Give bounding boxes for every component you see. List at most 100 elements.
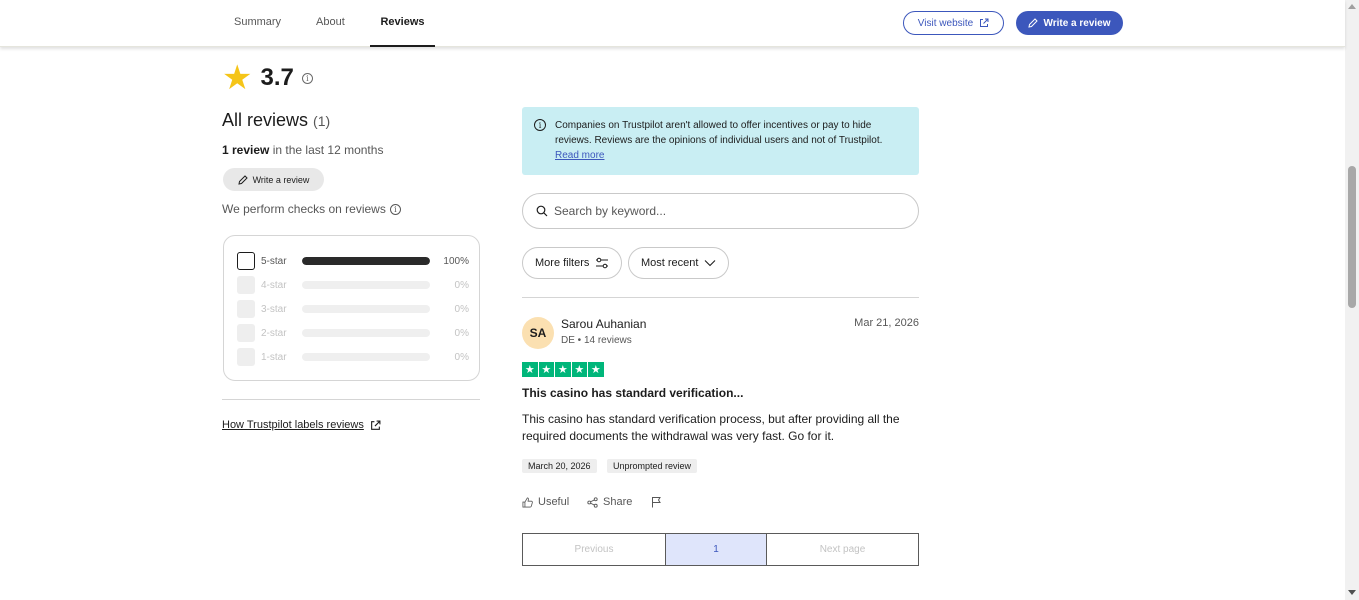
reviewer-meta: DE • 14 reviews [561, 335, 632, 346]
scroll-up-arrow-icon[interactable] [1348, 4, 1356, 9]
share-icon [587, 496, 598, 508]
all-reviews-label: All reviews [222, 110, 309, 130]
how-labels-link[interactable]: How Trustpilot labels reviews [222, 419, 381, 431]
tab-reviews[interactable]: Reviews [370, 0, 435, 47]
star-filter-row: 1-star 0% [237, 348, 469, 366]
star-icon: ★ [555, 362, 571, 377]
more-filters-label: More filters [535, 257, 590, 269]
review-body: This casino has standard verification pr… [522, 412, 900, 443]
star-filter-bar [302, 257, 430, 265]
recent-count: 1 review [222, 143, 270, 157]
rating-value: 3.7 [260, 64, 294, 91]
visit-website-button[interactable]: Visit website [903, 11, 1004, 35]
divider [222, 399, 480, 400]
divider [522, 297, 919, 298]
pencil-icon [1028, 18, 1039, 28]
how-labels-text: How Trustpilot labels reviews [222, 419, 364, 431]
search-input[interactable] [554, 204, 894, 218]
avatar[interactable]: SA [522, 317, 554, 349]
write-review-small-button[interactable]: Write a review [223, 168, 324, 191]
star-filter-row[interactable]: 5-star 100% [237, 252, 469, 270]
star-icon: ★ [522, 362, 538, 377]
star-filter-label: 3-star [261, 303, 287, 315]
next-page-button[interactable]: Next page [767, 534, 918, 565]
checks-text: We perform checks on reviews [222, 202, 386, 216]
all-reviews-heading: All reviews (1) [222, 110, 330, 131]
scrollbar[interactable] [1345, 0, 1359, 600]
write-review-small-label: Write a review [252, 174, 310, 185]
tab-about[interactable]: About [316, 0, 345, 47]
flag-icon [652, 497, 661, 508]
incentives-notice: i Companies on Trustpilot aren't allowed… [522, 107, 919, 175]
chevron-down-icon [705, 260, 716, 267]
unprompted-badge[interactable]: Unprompted review [607, 459, 698, 473]
pencil-icon [237, 174, 248, 185]
star-filter-bar [302, 329, 430, 337]
star-filter-label: 4-star [261, 279, 287, 291]
star-filter-label: 5-star [261, 255, 287, 267]
star-filter-checkbox [237, 324, 255, 342]
external-link-icon [980, 18, 989, 27]
star-filter-percent: 0% [454, 351, 469, 363]
review-date: Mar 21, 2026 [854, 317, 919, 329]
star-filter-checkbox [237, 348, 255, 366]
star-filter-percent: 0% [454, 303, 469, 315]
useful-button[interactable]: Useful [522, 496, 569, 508]
all-reviews-count: (1) [313, 113, 331, 129]
info-icon: i [534, 119, 546, 131]
star-filter-percent: 0% [454, 327, 469, 339]
star-filter-row: 4-star 0% [237, 276, 469, 294]
star-icon: ★ [588, 362, 604, 377]
star-filter-bar-fill [302, 257, 430, 265]
star-filter-bar [302, 281, 430, 289]
scrollbar-thumb[interactable] [1348, 166, 1356, 308]
more-filters-button[interactable]: More filters [522, 247, 623, 279]
useful-label: Useful [538, 496, 570, 508]
sort-dropdown[interactable]: Most recent [628, 247, 730, 279]
star-filter-label: 2-star [261, 327, 287, 339]
write-review-label: Write a review [1043, 17, 1111, 29]
review-title[interactable]: This casino has standard verification... [522, 386, 743, 400]
write-review-button[interactable]: Write a review [1016, 11, 1123, 35]
previous-page-button[interactable]: Previous [523, 534, 666, 565]
experience-date-badge: March 20, 2026 [522, 459, 597, 473]
star-filter-row: 2-star 0% [237, 324, 469, 342]
share-label: Share [603, 496, 633, 508]
star-filter-percent: 0% [454, 279, 469, 291]
review-checks[interactable]: We perform checks on reviews i [222, 202, 401, 216]
star-filter-bar [302, 353, 430, 361]
scroll-down-arrow-icon[interactable] [1348, 590, 1356, 595]
recent-suffix: in the last 12 months [269, 143, 384, 157]
notice-text: Companies on Trustpilot aren't allowed t… [555, 120, 883, 146]
star-icon: ★ [571, 362, 587, 377]
trust-score: ★ 3.7 i [222, 59, 313, 97]
reviewer-name[interactable]: Sarou Auhanian [561, 317, 646, 331]
top-navigation: Summary About Reviews Visit website Writ… [0, 0, 1345, 47]
thumbs-up-icon [522, 497, 533, 507]
star-filter-checkbox[interactable] [237, 252, 255, 270]
sliders-icon [596, 257, 609, 269]
star-filter-percent: 100% [443, 255, 469, 267]
share-button[interactable]: Share [587, 496, 632, 508]
visit-website-label: Visit website [917, 17, 974, 29]
pagination: Previous 1 Next page [522, 533, 919, 566]
search-box[interactable] [522, 193, 919, 229]
tab-summary[interactable]: Summary [234, 0, 281, 47]
info-icon: i [389, 203, 401, 215]
report-button[interactable] [651, 496, 662, 508]
star-filter-checkbox [237, 300, 255, 318]
info-icon[interactable]: i [301, 72, 313, 84]
current-page-button[interactable]: 1 [666, 534, 767, 565]
read-more-link[interactable]: Read more [555, 150, 604, 161]
star-filter-checkbox [237, 276, 255, 294]
star-icon: ★ [538, 362, 554, 377]
search-icon [536, 205, 548, 217]
star-filter-bar [302, 305, 430, 313]
review-star-rating: ★ ★ ★ ★ ★ [522, 362, 604, 377]
star-filter-label: 1-star [261, 351, 287, 363]
sort-label: Most recent [641, 257, 699, 269]
star-filter-row: 3-star 0% [237, 300, 469, 318]
star-icon: ★ [222, 59, 253, 97]
external-link-icon [370, 420, 381, 430]
recent-reviews-text: 1 review in the last 12 months [222, 143, 383, 157]
